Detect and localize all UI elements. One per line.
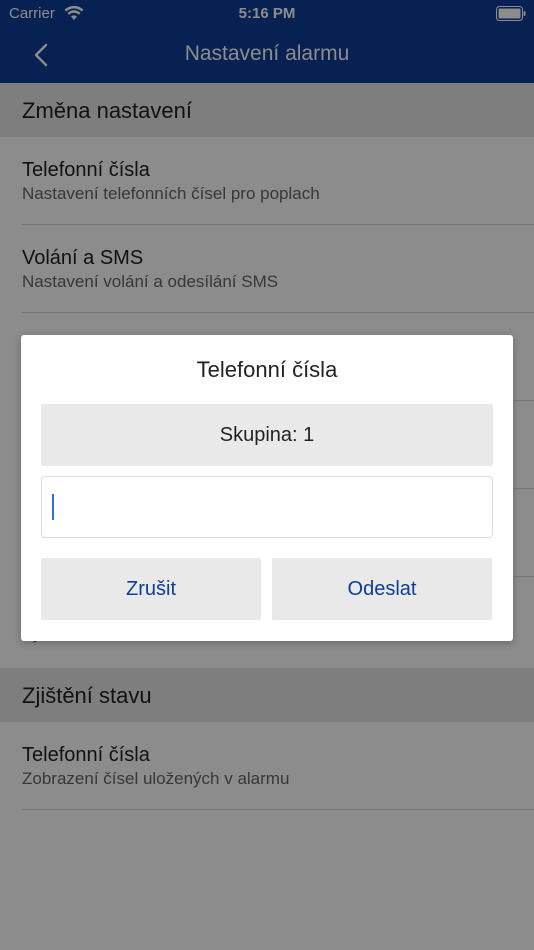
dialog-title: Telefonní čísla (196, 357, 338, 382)
cancel-button[interactable]: Zrušit (41, 558, 261, 620)
group-selector[interactable]: Skupina: 1 (41, 404, 493, 466)
phone-number-field[interactable] (41, 476, 493, 538)
group-label: Skupina: 1 (219, 424, 315, 446)
send-button[interactable]: Odeslat (272, 558, 492, 620)
phone-number-input[interactable] (50, 489, 484, 525)
phone-numbers-dialog: Telefonní čísla Skupina: 1 Zrušit Odesla… (21, 335, 513, 641)
